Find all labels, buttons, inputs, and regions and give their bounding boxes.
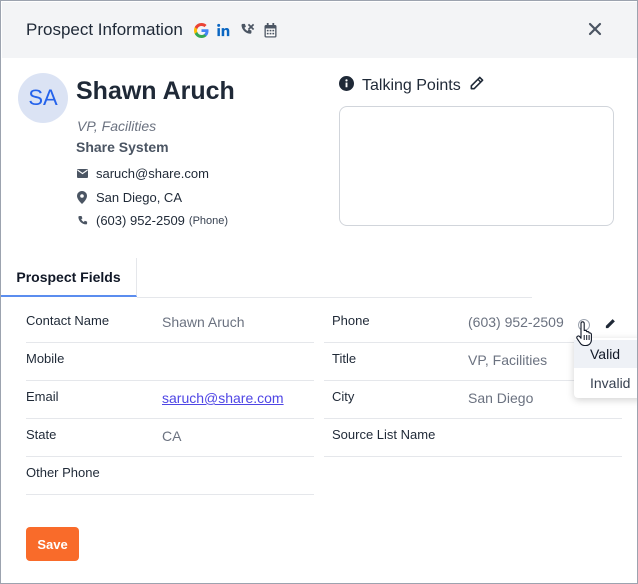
field-state: State CA — [26, 419, 314, 457]
contact-phone-line: (603) 952-2509 (Phone) — [76, 213, 228, 228]
talking-points-box[interactable] — [339, 106, 614, 226]
field-label: City — [332, 389, 355, 404]
contact-location-line: San Diego, CA — [76, 190, 182, 205]
field-value[interactable]: San Diego — [468, 390, 533, 406]
field-email: Email saruch@share.com — [26, 381, 314, 419]
field-value[interactable]: VP, Facilities — [468, 352, 547, 368]
calendar-icon[interactable] — [263, 21, 278, 39]
close-button[interactable] — [584, 18, 606, 40]
field-label: Source List Name — [332, 427, 436, 442]
field-value[interactable]: CA — [162, 428, 181, 444]
field-mobile: Mobile — [26, 343, 314, 381]
map-pin-icon — [76, 191, 88, 204]
save-button[interactable]: Save — [26, 527, 79, 561]
pencil-icon[interactable] — [469, 76, 484, 96]
talking-points-title: Talking Points — [362, 77, 461, 94]
field-label: Contact Name — [26, 313, 110, 328]
field-source-list-name: Source List Name — [324, 419, 622, 457]
envelope-icon — [76, 168, 88, 180]
panel-title: Prospect Information — [26, 20, 183, 39]
field-label: Title — [332, 351, 357, 366]
field-label: Other Phone — [26, 465, 100, 480]
contact-location: San Diego, CA — [96, 190, 182, 205]
contact-email-line: saruch@share.com — [76, 166, 209, 181]
prospect-info-panel: Prospect Information SA Shawn Aruch VP, … — [0, 0, 638, 584]
contact-phone[interactable]: (603) 952-2509 — [96, 213, 185, 228]
google-icon[interactable] — [194, 21, 209, 39]
avatar: SA — [18, 73, 68, 123]
prospect-role: VP, Facilities — [77, 118, 157, 134]
contact-email[interactable]: saruch@share.com — [96, 166, 209, 181]
tab-prospect-fields[interactable]: Prospect Fields — [1, 258, 137, 297]
info-icon — [339, 76, 354, 96]
prospect-company: Share System — [76, 139, 169, 155]
field-value[interactable]: (603) 952-2509 — [468, 314, 564, 330]
header-icon-group — [194, 21, 278, 39]
email-link[interactable]: saruch@share.com — [162, 390, 284, 406]
panel-header: Prospect Information — [2, 2, 637, 58]
prospect-name: Shawn Aruch — [76, 77, 235, 105]
phone-off-icon[interactable] — [240, 21, 255, 39]
contact-phone-type: (Phone) — [188, 214, 229, 227]
phone-status-dropdown: Valid Invalid — [574, 338, 637, 398]
field-other-phone: Other Phone — [26, 457, 314, 495]
tab-divider — [137, 297, 532, 298]
edit-pencil-icon[interactable] — [604, 317, 616, 329]
field-label: Mobile — [26, 351, 65, 366]
field-label: State — [26, 427, 57, 442]
field-value[interactable]: Shawn Aruch — [162, 314, 245, 330]
field-label: Phone — [332, 313, 370, 328]
hand-cursor-icon — [576, 321, 592, 347]
field-label: Email — [26, 389, 59, 404]
linkedin-icon[interactable] — [217, 21, 232, 39]
talking-points-header: Talking Points — [339, 76, 484, 96]
field-contact-name: Contact Name Shawn Aruch — [26, 305, 314, 343]
close-icon — [588, 22, 602, 36]
option-invalid[interactable]: Invalid — [574, 369, 637, 397]
phone-icon — [76, 215, 88, 227]
